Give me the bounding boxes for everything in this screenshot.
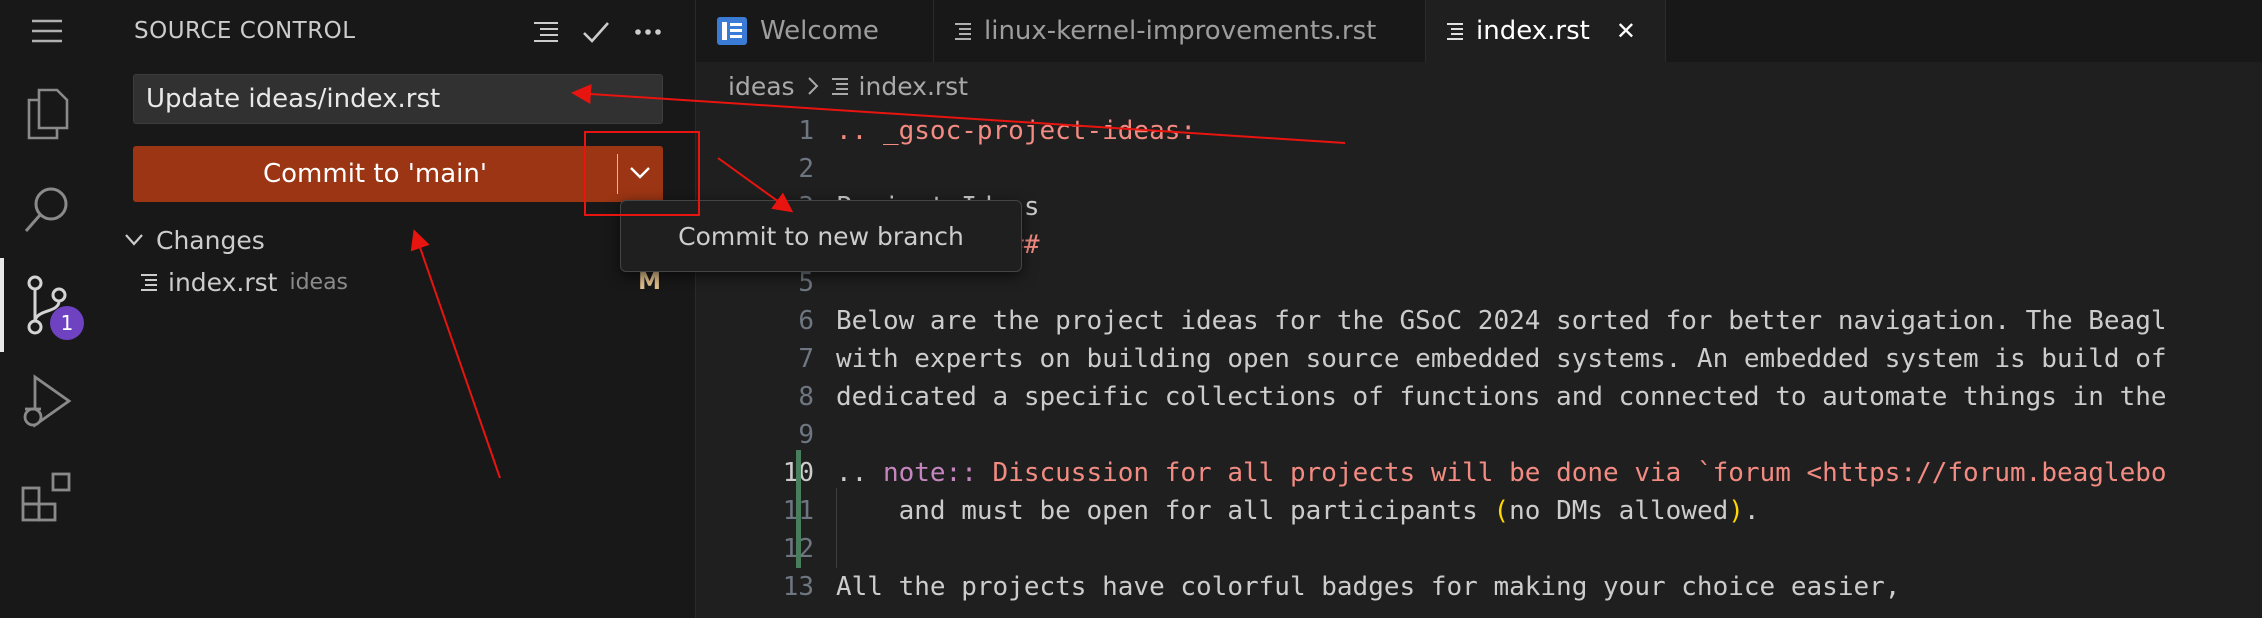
line-number: 9 xyxy=(798,420,814,450)
changes-label: Changes xyxy=(156,225,265,255)
changes-group-header[interactable]: Changes xyxy=(124,222,265,258)
file-lines-icon xyxy=(140,272,158,292)
code-editor[interactable]: 1 .. _gsoc-project-ideas: 2 3 Project Id… xyxy=(696,110,2262,618)
chevron-down-icon xyxy=(124,233,144,247)
paren: ) xyxy=(1728,496,1744,526)
indent-guide xyxy=(836,488,837,568)
panel-title: SOURCE CONTROL xyxy=(134,18,356,44)
view-as-tree-icon[interactable] xyxy=(528,14,564,50)
extensions-icon[interactable] xyxy=(0,466,94,530)
file-lines-icon xyxy=(1446,21,1464,41)
menu-item-commit-new-branch[interactable]: Commit to new branch xyxy=(678,222,964,251)
line-number: 6 xyxy=(798,306,814,336)
scm-badge: 1 xyxy=(50,306,84,340)
dropdown-separator xyxy=(617,154,618,194)
vscode-welcome-icon xyxy=(716,16,748,46)
more-actions-icon[interactable] xyxy=(630,14,666,50)
modified-gutter-marker xyxy=(796,450,801,568)
line-number: 8 xyxy=(798,382,814,412)
code-text: . xyxy=(1743,496,1760,526)
code-line: All the projects have colorful badges fo… xyxy=(836,572,1901,602)
file-lines-icon xyxy=(831,76,849,96)
file-name: index.rst xyxy=(168,267,278,297)
chevron-right-icon xyxy=(807,76,819,96)
close-icon[interactable]: ✕ xyxy=(1616,17,1636,45)
code-line: dedicated a specific collections of func… xyxy=(836,382,2167,412)
menu-icon[interactable] xyxy=(0,10,94,52)
explorer-icon[interactable] xyxy=(0,84,94,144)
commit-options-menu: Commit to new branch xyxy=(620,200,1022,272)
line-number: 2 xyxy=(798,154,814,184)
checkmark-icon[interactable] xyxy=(578,14,614,50)
breadcrumb: ideas index.rst xyxy=(696,66,968,106)
source-control-icon[interactable]: 1 xyxy=(0,270,94,340)
tab-index-rst[interactable]: index.rst ✕ xyxy=(1426,0,1666,62)
line-number: 13 xyxy=(782,572,814,602)
line-number: 7 xyxy=(798,344,814,374)
commit-dropdown-button[interactable] xyxy=(617,146,663,202)
commit-button[interactable]: Commit to 'main' xyxy=(133,146,617,202)
changed-file-item[interactable]: index.rst ideas xyxy=(140,264,660,300)
directive-text: Discussion for all projects will be done… xyxy=(976,458,2167,488)
file-lines-icon xyxy=(954,21,972,41)
code-line: with experts on building open source emb… xyxy=(836,344,2167,374)
directive-prefix: .. xyxy=(836,458,883,488)
code-line: .. _gsoc-project-ideas: xyxy=(836,116,1197,146)
code-line: Below are the project ideas for the GSoC… xyxy=(836,306,2167,336)
tab-label: index.rst xyxy=(1476,16,1590,46)
code-text: and must be open for all participants xyxy=(836,496,1494,526)
tab-label: Welcome xyxy=(760,16,879,46)
code-line: and must be open for all participants (n… xyxy=(836,496,1760,526)
chevron-down-icon xyxy=(629,165,651,184)
tab-bar: Welcome linux-kernel-improvements.rst in… xyxy=(696,0,2262,62)
breadcrumb-file[interactable]: index.rst xyxy=(859,72,968,101)
run-debug-icon[interactable] xyxy=(0,368,94,438)
activity-bar: 1 xyxy=(0,0,94,618)
file-folder: ideas xyxy=(289,269,349,295)
code-text: no DMs allowed xyxy=(1509,496,1729,526)
source-control-panel: SOURCE CONTROL Update ideas/index.rst Co… xyxy=(94,0,696,618)
tab-welcome[interactable]: Welcome xyxy=(696,0,934,62)
breadcrumb-folder[interactable]: ideas xyxy=(728,72,795,101)
tab-label: linux-kernel-improvements.rst xyxy=(984,16,1377,46)
line-number: 5 xyxy=(798,268,814,298)
paren: ( xyxy=(1493,496,1510,526)
tab-linux-kernel-improvements[interactable]: linux-kernel-improvements.rst xyxy=(934,0,1426,62)
code-line: .. note:: Discussion for all projects wi… xyxy=(836,458,2167,488)
directive-name: note:: xyxy=(882,458,977,488)
commit-message-input[interactable]: Update ideas/index.rst xyxy=(133,74,663,124)
search-icon[interactable] xyxy=(0,180,94,240)
line-number: 1 xyxy=(798,116,814,146)
